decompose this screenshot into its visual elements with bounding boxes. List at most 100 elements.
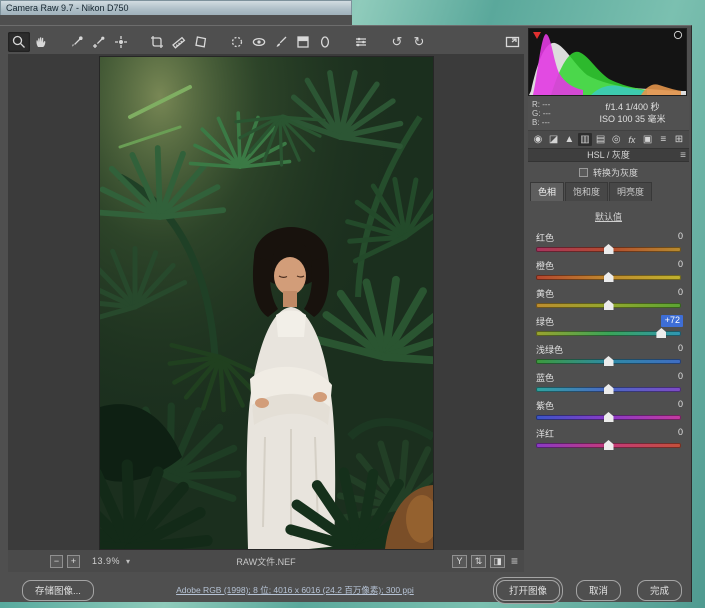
panel-tab-strip: ◉ ◪ ▲ ▥ ▤ ◎ fx ▣ ≡ ⊞ (528, 131, 689, 148)
magnifier-icon (11, 34, 27, 50)
preferences-button[interactable] (350, 32, 372, 52)
preview-letter: Y (456, 556, 462, 566)
histogram[interactable] (528, 28, 687, 96)
transform-tool-button[interactable] (190, 32, 212, 52)
slider-thumb[interactable] (604, 244, 614, 254)
slider-value[interactable]: +72 (661, 315, 683, 327)
workflow-options-link[interactable]: Adobe RGB (1998); 8 位; 4016 x 6016 (24.2… (94, 584, 496, 596)
tab-effects[interactable]: fx (625, 133, 639, 146)
tab-hsl-grayscale[interactable]: ▥ (578, 133, 592, 146)
slider-value[interactable]: 0 (661, 259, 683, 271)
defaults-link[interactable]: 默认值 (595, 212, 622, 222)
view-menu-button[interactable]: ≡ (511, 554, 518, 568)
presets-icon: ≡ (660, 134, 666, 145)
tab-lens-corrections[interactable]: ◎ (609, 133, 623, 146)
hsl-subtabs: 色相 饱和度 明亮度 (528, 182, 689, 201)
tab-tone-curve[interactable]: ◪ (547, 133, 561, 146)
subtab-saturation[interactable]: 饱和度 (565, 182, 608, 201)
save-image-button[interactable]: 存储图像... (22, 580, 94, 601)
b-value: --- (542, 118, 550, 127)
slider-thumb[interactable] (604, 272, 614, 282)
photo-woman-in-foliage (100, 57, 433, 549)
g-label: G: (532, 109, 540, 118)
done-button[interactable]: 完成 (637, 580, 682, 601)
eye-icon (251, 34, 267, 50)
slider-thumb[interactable] (604, 356, 614, 366)
convert-to-grayscale-checkbox[interactable] (579, 168, 588, 177)
cancel-button[interactable]: 取消 (576, 580, 621, 601)
brush-icon (273, 34, 289, 50)
tab-detail[interactable]: ▲ (562, 133, 576, 146)
chevron-down-icon[interactable]: ▾ (126, 557, 130, 566)
slider-magenta: 洋红0 (536, 427, 683, 455)
hand-tool-button[interactable] (30, 32, 52, 52)
slider-value[interactable]: 0 (661, 231, 683, 243)
graduated-filter-icon (295, 34, 311, 50)
slider-red: 红色0 (536, 231, 683, 259)
panel-menu-icon[interactable]: ≡ (680, 149, 686, 162)
straighten-tool-button[interactable] (168, 32, 190, 52)
r-label: R: (532, 100, 540, 109)
snapshots-icon: ⊞ (675, 134, 683, 145)
cycle-views-icon: ⇅ (475, 556, 483, 567)
footer-bar: 存储图像... Adobe RGB (1998); 8 位; 4016 x 60… (0, 577, 692, 603)
subtab-hue[interactable]: 色相 (530, 182, 564, 201)
slider-value[interactable]: 0 (661, 399, 683, 411)
color-sampler-icon (91, 34, 107, 50)
transform-icon (193, 34, 209, 50)
slider-value[interactable]: 0 (661, 427, 683, 439)
zoom-in-button[interactable]: + (67, 555, 80, 568)
red-eye-tool-button[interactable] (248, 32, 270, 52)
subtab-luminance[interactable]: 明亮度 (609, 182, 652, 201)
image-canvas[interactable] (8, 54, 524, 550)
slider-thumb[interactable] (604, 440, 614, 450)
tab-camera-calibration[interactable]: ▣ (641, 133, 655, 146)
shadow-clipping-indicator[interactable] (533, 32, 541, 39)
tab-split-toning[interactable]: ▤ (594, 133, 608, 146)
rotate-left-button[interactable]: ↺ (386, 32, 408, 52)
before-after-cycle-button[interactable]: ⇅ (471, 555, 486, 568)
adjustment-brush-tool-button[interactable] (270, 32, 292, 52)
white-balance-tool-button[interactable] (66, 32, 88, 52)
hue-sliders: 红色0 橙色0 黄色0 绿色+72 浅绿色0 (528, 229, 689, 455)
slider-thumb[interactable] (604, 384, 614, 394)
crop-tool-button[interactable] (146, 32, 168, 52)
hsl-icon: ▥ (580, 134, 589, 145)
r-value: --- (542, 100, 550, 109)
split-toning-icon: ▤ (596, 134, 605, 145)
color-sampler-tool-button[interactable] (88, 32, 110, 52)
window-titlebar[interactable]: Camera Raw 9.7 - Nikon D750 (0, 0, 352, 15)
zoom-tool-button[interactable] (8, 32, 30, 52)
exposure-info: f/1.4 1/400 秒 (578, 101, 687, 113)
radial-filter-tool-button[interactable] (314, 32, 336, 52)
split-view-icon: ◨ (493, 556, 502, 567)
slider-label: 紫色 (536, 399, 554, 411)
radial-filter-icon (317, 34, 333, 50)
tab-snapshots[interactable]: ⊞ (672, 133, 686, 146)
plus-icon: + (71, 556, 76, 566)
photo-preview[interactable] (100, 57, 433, 549)
slider-thumb[interactable] (656, 328, 666, 338)
preview-toggle-button[interactable]: Y (452, 555, 467, 568)
rotate-right-button[interactable]: ↻ (408, 32, 430, 52)
graduated-filter-tool-button[interactable] (292, 32, 314, 52)
slider-thumb[interactable] (604, 300, 614, 310)
targeted-adjustment-tool-button[interactable] (110, 32, 132, 52)
spot-removal-tool-button[interactable] (226, 32, 248, 52)
open-image-button[interactable]: 打开图像 (496, 580, 560, 601)
slider-thumb[interactable] (604, 412, 614, 422)
before-after-split-button[interactable]: ◨ (490, 555, 505, 568)
slider-label: 浅绿色 (536, 343, 563, 355)
zoom-level-select[interactable]: 13.9% (92, 556, 120, 566)
grayscale-checkbox-row: 转换为灰度 (528, 162, 689, 182)
tab-basic[interactable]: ◉ (531, 133, 545, 146)
slider-value[interactable]: 0 (661, 343, 683, 355)
toggle-fullscreen-button[interactable] (501, 32, 523, 52)
slider-value[interactable]: 0 (661, 371, 683, 383)
histogram-plot (529, 29, 686, 95)
highlight-clipping-indicator[interactable] (674, 31, 681, 38)
tab-presets[interactable]: ≡ (656, 133, 670, 146)
zoom-out-button[interactable]: − (50, 555, 63, 568)
eyedropper-icon (69, 34, 85, 50)
slider-value[interactable]: 0 (661, 287, 683, 299)
